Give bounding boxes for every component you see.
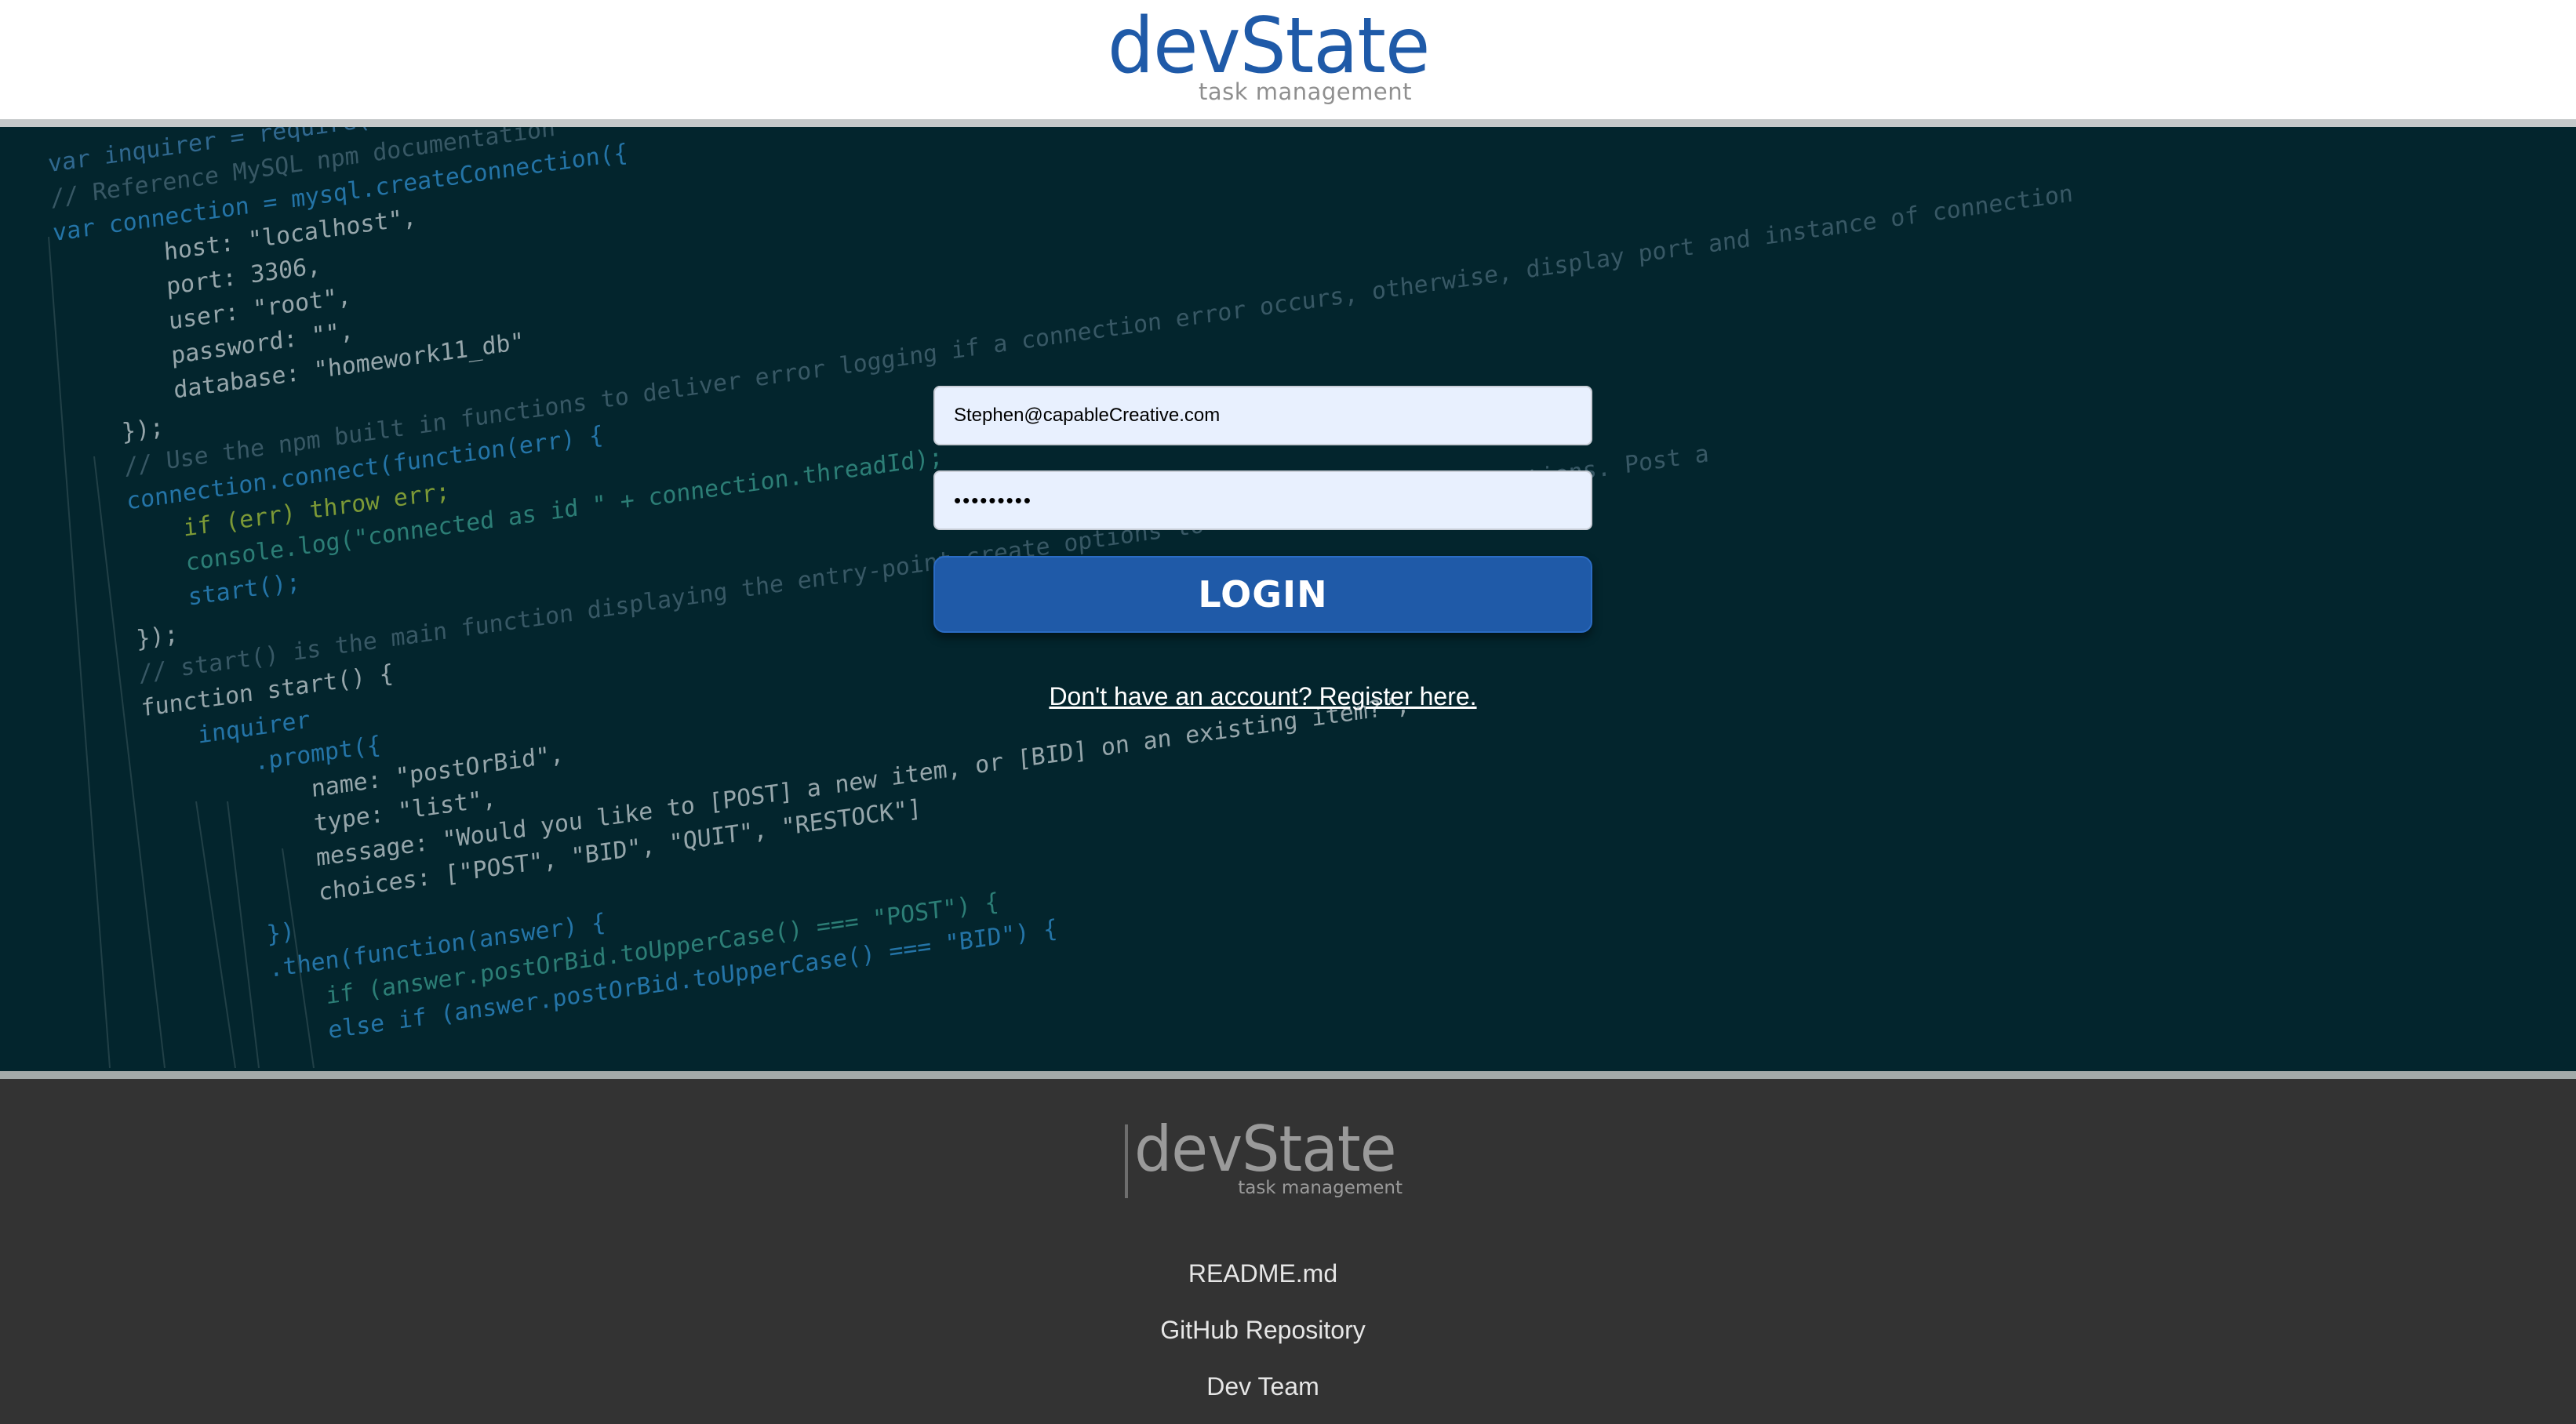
footer-link-readme[interactable]: README.md [1012, 1259, 1514, 1288]
login-button[interactable]: LOGIN [933, 556, 1592, 633]
logo-tagline: task management [1198, 78, 1412, 105]
code-line: message: "Would you like to [POST] a new… [315, 691, 1411, 872]
site-header: devState task management [0, 0, 2576, 119]
logo-wordmark: devState [1108, 2, 1430, 91]
code-line: }); [135, 620, 179, 653]
email-input[interactable]: Stephen@capableCreative.com [933, 386, 1592, 445]
footer-link-github[interactable]: GitHub Repository [1012, 1316, 1514, 1345]
code-line: }); [121, 413, 165, 446]
header-divider [0, 119, 2576, 127]
footer-logo-wordmark: devState [1134, 1113, 1397, 1186]
site-footer: devState task management README.md GitHu… [0, 1079, 2576, 1424]
register-link[interactable]: Don't have an account? Register here. [933, 682, 1592, 711]
footer-logo-tagline: task management [1238, 1178, 1403, 1198]
password-input[interactable]: ••••••••• [933, 470, 1592, 530]
code-line: }) [266, 917, 296, 949]
footer-link-dev-team[interactable]: Dev Team [1012, 1372, 1514, 1401]
footer-logo-bar [1125, 1124, 1128, 1198]
footer-divider [0, 1071, 2576, 1079]
login-hero: var inquirer = require("inquirer");// Re… [0, 127, 2576, 1071]
footer-logo[interactable]: devState task management [1125, 1118, 1407, 1201]
header-logo[interactable]: devState task management [1098, 8, 1430, 108]
code-line: start(); [187, 569, 301, 612]
